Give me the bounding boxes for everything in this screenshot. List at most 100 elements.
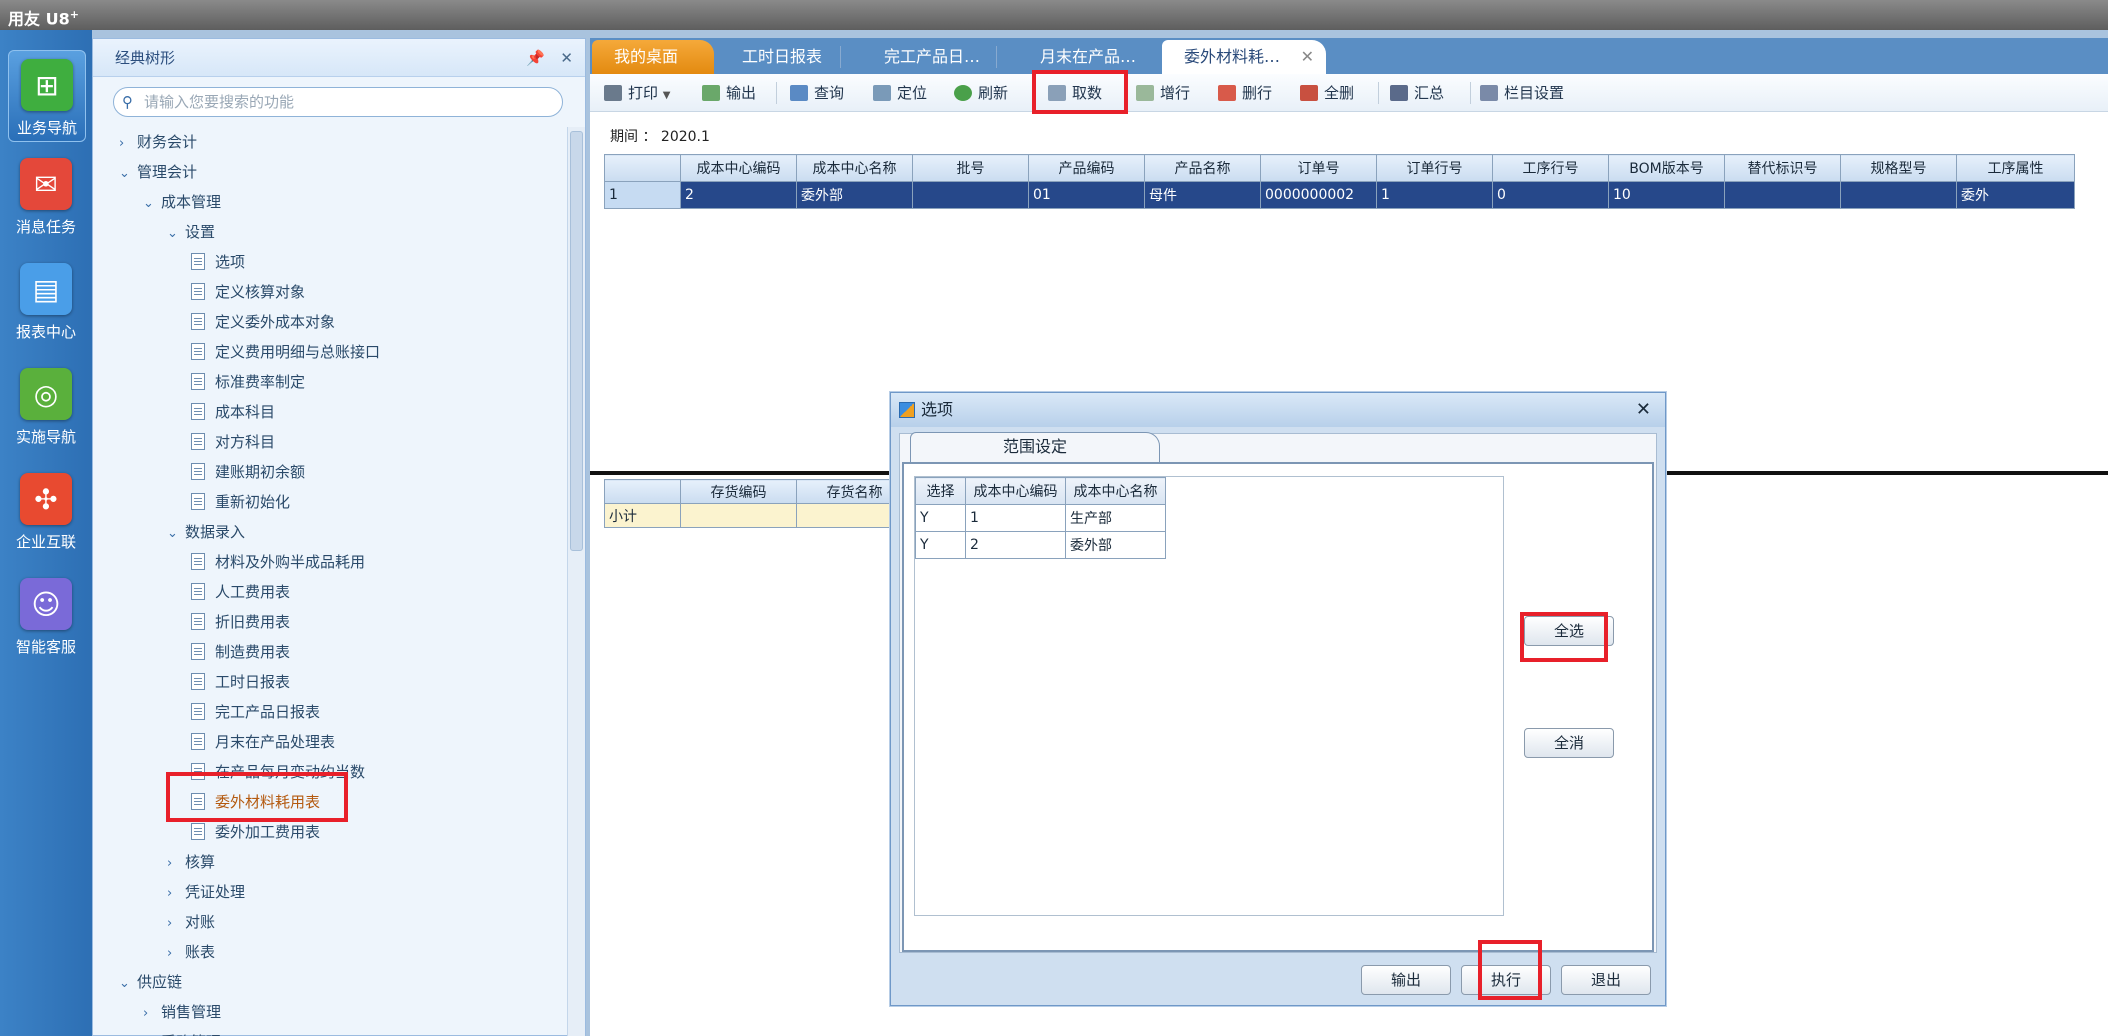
table-cell[interactable]: 委外部 [1065, 531, 1166, 559]
column-header[interactable]: 订单号 [1260, 154, 1377, 182]
table-cell[interactable]: 01 [1028, 181, 1145, 209]
column-header[interactable]: 成本中心编码 [680, 154, 797, 182]
nav-report[interactable]: ▤ 报表中心 [0, 263, 92, 342]
column-header[interactable]: 产品编码 [1028, 154, 1145, 182]
chevron-down-icon[interactable]: ⌄ [119, 159, 137, 189]
close-icon[interactable]: ✕ [1636, 393, 1651, 427]
table-cell[interactable]: 2 [680, 181, 797, 209]
add-row-button[interactable]: 增行 [1136, 74, 1190, 112]
column-header[interactable]: 成本中心名称 [1065, 477, 1166, 505]
table-cell[interactable]: 母件 [1144, 181, 1261, 209]
tree-folder[interactable]: › 核算 [167, 847, 215, 877]
row-number[interactable]: 1 [604, 181, 681, 209]
dialog-titlebar[interactable]: 选项 ✕ [891, 393, 1665, 427]
chevron-right-icon[interactable]: › [143, 999, 161, 1029]
table-row[interactable]: 1 2 委外部 01 母件 0000000002 1 0 10 委外 [604, 181, 2075, 209]
sidebar-scrollbar[interactable] [567, 127, 585, 1036]
tree-item[interactable]: 制造费用表 [191, 637, 290, 667]
nav-business[interactable]: ⊞ 业务导航 [8, 50, 86, 142]
table-cell[interactable]: 2 [965, 531, 1066, 559]
scrollbar-thumb[interactable] [570, 131, 583, 551]
tree-item[interactable]: 定义委外成本对象 [191, 307, 335, 337]
table-row[interactable]: Y 1 生产部 [915, 504, 1166, 532]
close-icon[interactable]: ✕ [560, 39, 573, 77]
column-settings-button[interactable]: 栏目设置 [1480, 74, 1564, 112]
table-cell[interactable]: 委外部 [796, 181, 913, 209]
tree-item[interactable]: 月末在产品处理表 [191, 727, 335, 757]
tab-close-icon[interactable]: ✕ [1301, 40, 1314, 74]
tree-folder[interactable]: › 财务会计 [119, 127, 197, 157]
tree-item[interactable]: 成本科目 [191, 397, 275, 427]
chevron-down-icon[interactable]: ⌄ [167, 519, 185, 549]
table-cell[interactable] [912, 181, 1029, 209]
column-header[interactable]: 工序属性 [1956, 154, 2075, 182]
table-cell[interactable]: 0 [1492, 181, 1609, 209]
tree-item[interactable]: 对方科目 [191, 427, 275, 457]
tab-range-settings[interactable]: 范围设定 [910, 432, 1160, 462]
select-cell[interactable]: Y [915, 504, 966, 532]
column-header[interactable]: 成本中心编码 [965, 477, 1066, 505]
nav-message[interactable]: ✉ 消息任务 [0, 158, 92, 237]
clear-all-button[interactable]: 全消 [1524, 728, 1614, 758]
table-cell[interactable]: 委外 [1956, 181, 2075, 209]
table-cell[interactable]: 10 [1608, 181, 1725, 209]
tree-item[interactable]: 折旧费用表 [191, 607, 290, 637]
table-cell[interactable] [1840, 181, 1957, 209]
column-header[interactable]: 产品名称 [1144, 154, 1261, 182]
chevron-right-icon[interactable]: › [167, 939, 185, 969]
tree-item[interactable]: 重新初始化 [191, 487, 290, 517]
nav-implementation[interactable]: ◎ 实施导航 [0, 368, 92, 447]
chevron-down-icon[interactable]: ⌄ [143, 1029, 161, 1036]
chevron-down-icon[interactable]: ⌄ [167, 219, 185, 249]
delete-row-button[interactable]: 删行 [1218, 74, 1272, 112]
tree-folder[interactable]: ⌄采购管理 [143, 1027, 221, 1036]
nav-enterprise[interactable]: ✣ 企业互联 [0, 473, 92, 552]
tree-folder[interactable]: ⌄ 设置 [167, 217, 215, 247]
table-cell[interactable] [1724, 181, 1841, 209]
tree-folder[interactable]: › 对账 [167, 907, 215, 937]
table-cell[interactable]: 0000000002 [1260, 181, 1377, 209]
tab-my-desktop[interactable]: 我的桌面 [592, 40, 714, 74]
output-button[interactable]: 输出 [1361, 965, 1451, 995]
pin-icon[interactable]: 📌 [526, 39, 545, 77]
tree-folder[interactable]: ⌄ 管理会计 [119, 157, 197, 187]
chevron-right-icon[interactable]: › [167, 849, 185, 879]
chevron-down-icon[interactable]: ▼ [663, 90, 671, 101]
tree-folder[interactable]: › 销售管理 [143, 997, 221, 1027]
tab-hours-report[interactable]: 工时日报表 [720, 40, 860, 74]
query-button[interactable]: 查询 [790, 74, 844, 112]
sum-button[interactable]: 汇总 [1390, 74, 1444, 112]
chevron-down-icon[interactable]: ⌄ [119, 969, 137, 999]
tree-folder[interactable]: ⌄ 数据录入 [167, 517, 245, 547]
select-cell[interactable]: Y [915, 531, 966, 559]
delete-all-button[interactable]: 全删 [1300, 74, 1354, 112]
nav-support[interactable]: ☺ 智能客服 [0, 578, 92, 657]
column-header[interactable]: 订单行号 [1376, 154, 1493, 182]
tree-folder[interactable]: › 凭证处理 [167, 877, 245, 907]
tree-item[interactable]: 建账期初余额 [191, 457, 305, 487]
column-header[interactable]: 选择 [915, 477, 966, 505]
column-header[interactable]: 替代标识号 [1724, 154, 1841, 182]
column-header[interactable]: 成本中心名称 [796, 154, 913, 182]
tab-month-end[interactable]: 月末在产品… [1018, 40, 1168, 74]
search-input[interactable]: ⚲ 请输入您要搜索的功能 [113, 87, 563, 117]
tree-item[interactable]: 完工产品日报表 [191, 697, 320, 727]
column-header[interactable]: BOM版本号 [1608, 154, 1725, 182]
column-header[interactable]: 工序行号 [1492, 154, 1609, 182]
tree-folder[interactable]: ⌄ 成本管理 [143, 187, 221, 217]
refresh-button[interactable]: 刷新 [954, 74, 1008, 112]
tab-outsource-material[interactable]: 委外材料耗… ✕ [1162, 40, 1326, 74]
exit-button[interactable]: 退出 [1561, 965, 1651, 995]
tree-item[interactable]: 定义核算对象 [191, 277, 305, 307]
column-header[interactable]: 规格型号 [1840, 154, 1957, 182]
tree-item[interactable]: 标准费率制定 [191, 367, 305, 397]
table-cell[interactable]: 1 [965, 504, 1066, 532]
tree-item[interactable]: 人工费用表 [191, 577, 290, 607]
export-button[interactable]: 输出 [702, 74, 756, 112]
column-header[interactable]: 批号 [912, 154, 1029, 182]
table-cell[interactable]: 生产部 [1065, 504, 1166, 532]
locate-button[interactable]: 定位 [873, 74, 927, 112]
table-row[interactable]: Y 2 委外部 [915, 531, 1166, 559]
chevron-right-icon[interactable]: › [119, 129, 137, 159]
tree-item[interactable]: 选项 [191, 247, 245, 277]
